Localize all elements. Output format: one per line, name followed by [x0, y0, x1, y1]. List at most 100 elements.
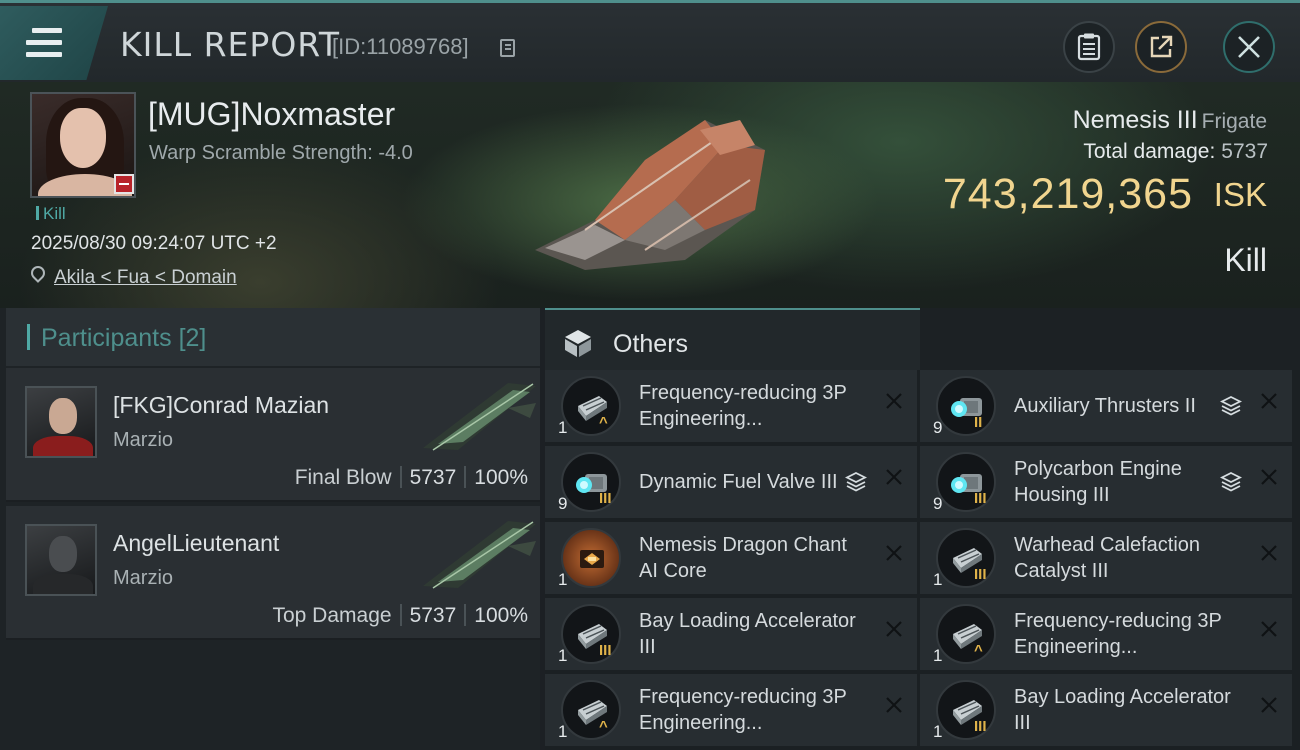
item-name: Dynamic Fuel Valve III — [639, 471, 838, 493]
share-button[interactable] — [1135, 21, 1187, 73]
close-button[interactable] — [1223, 21, 1275, 73]
item-quantity: 9 — [933, 418, 943, 437]
item-row[interactable]: 9 II Auxiliary Thrusters II — [920, 370, 1292, 442]
item-tier-badge: III — [599, 490, 612, 507]
ship-name[interactable]: Nemesis III Frigate — [1073, 106, 1267, 135]
item-tier-badge: ^ — [974, 642, 983, 659]
item-name: Bay Loading Accelerator III — [639, 610, 856, 658]
participant-stats: Final Blow 5737 100% — [295, 466, 528, 490]
participant-damage: 5737 — [409, 466, 457, 489]
item-tier-badge: II — [974, 414, 983, 431]
stack-icon[interactable] — [1219, 395, 1243, 417]
location-pin-icon — [28, 263, 48, 283]
item-row[interactable]: 1 III Bay Loading Accelerator III — [545, 598, 917, 670]
total-damage: Total damage: 5737 — [1083, 140, 1268, 164]
ship-image — [535, 120, 765, 270]
participant-role: Final Blow — [294, 466, 392, 489]
destroyed-icon — [1259, 543, 1279, 569]
thruster-icon — [561, 452, 621, 512]
engineering-module-icon — [936, 528, 996, 588]
destroyed-icon — [1259, 619, 1279, 645]
participant-ship-icon — [423, 521, 536, 589]
item-name: Warhead Calefaction Catalyst III — [1014, 534, 1201, 582]
participant-row[interactable]: AngelLieutenant Marzio Top Damage 5737 100… — [6, 506, 540, 640]
item-row[interactable]: 1 III Warhead Calefaction Catalyst III — [920, 522, 1292, 594]
item-quantity: 9 — [933, 494, 943, 513]
corp-badge-icon — [114, 174, 134, 194]
kill-tag: Kill — [36, 204, 66, 224]
item-row[interactable]: 1 Nemesis Dragon Chant AI Core — [545, 522, 917, 594]
kill-datetime: 2025/08/30 09:24:07 UTC +2 — [31, 233, 277, 254]
item-row[interactable]: 1 III Bay Loading Accelerator III — [920, 674, 1292, 746]
cube-icon — [565, 330, 591, 357]
copy-icon[interactable] — [500, 39, 515, 57]
engineering-module-icon — [561, 376, 621, 436]
clipboard-icon — [1077, 33, 1101, 61]
destroyed-icon — [884, 543, 904, 569]
total-damage-label: Total damage: — [1083, 140, 1216, 163]
thruster-icon — [936, 452, 996, 512]
item-quantity: 1 — [558, 570, 568, 589]
participant-damage: 5737 — [409, 604, 457, 627]
stack-icon[interactable] — [844, 471, 868, 493]
participant-avatar[interactable] — [25, 386, 97, 458]
top-bar: KILL REPORT [ID:11089768] — [0, 0, 1300, 82]
item-name: Frequency-reducing 3P Engineering... — [639, 686, 847, 734]
item-quantity: 1 — [933, 570, 943, 589]
item-row[interactable]: 1 ^ Frequency-reducing 3P Engineering... — [545, 674, 917, 746]
engineering-module-icon — [936, 680, 996, 740]
participant-row[interactable]: [FKG]Conrad Mazian Marzio Final Blow 5737… — [6, 368, 540, 502]
item-row[interactable]: 9 III Dynamic Fuel Valve III — [545, 446, 917, 518]
item-tier-badge: III — [974, 566, 987, 583]
item-name: Polycarbon Engine Housing III — [1014, 458, 1182, 506]
item-row[interactable]: 9 III Polycarbon Engine Housing III — [920, 446, 1292, 518]
item-quantity: 1 — [933, 646, 943, 665]
participants-panel: Participants [2] [FKG]Conrad Mazian Marz… — [0, 308, 540, 750]
isk-unit: ISK — [1213, 176, 1267, 213]
engineering-module-icon — [936, 604, 996, 664]
participant-percent: 100% — [474, 466, 528, 489]
participant-corp: Marzio — [113, 567, 174, 589]
stack-icon[interactable] — [1219, 471, 1243, 493]
item-quantity: 9 — [558, 494, 568, 513]
isk-value: 743,219,365 — [942, 170, 1193, 218]
ai-core-icon — [561, 528, 621, 588]
participant-avatar[interactable] — [25, 524, 97, 596]
item-quantity: 1 — [933, 722, 943, 741]
participant-stats: Top Damage 5737 100% — [272, 604, 528, 628]
report-id: [ID:11089768] — [332, 34, 469, 59]
item-tier-badge: ^ — [599, 718, 608, 735]
destroyed-icon — [884, 619, 904, 645]
destroyed-icon — [1259, 467, 1279, 493]
engineering-module-icon — [561, 604, 621, 664]
engineering-module-icon — [561, 680, 621, 740]
item-tier-badge: III — [974, 490, 987, 507]
item-tier-badge: ^ — [599, 414, 608, 431]
share-icon — [1150, 35, 1173, 58]
item-row[interactable]: 1 ^ Frequency-reducing 3P Engineering... — [920, 598, 1292, 670]
thruster-icon — [936, 376, 996, 436]
destroyed-icon — [1259, 695, 1279, 721]
outcome-label: Kill — [1224, 242, 1267, 278]
kill-summary-panel: [MUG]Noxmaster Warp Scramble Strength: -… — [0, 82, 1300, 308]
hamburger-icon — [26, 28, 62, 58]
total-damage-value: 5737 — [1221, 140, 1268, 163]
ship-type: Nemesis III — [1072, 106, 1198, 134]
item-name: Auxiliary Thrusters II — [1014, 395, 1196, 417]
participants-count: [2] — [178, 324, 207, 352]
item-row[interactable]: 1 ^ Frequency-reducing 3P Engineering... — [545, 370, 917, 442]
location-link[interactable]: Akila < Fua < Domain — [54, 267, 237, 289]
participant-name: [FKG]Conrad Mazian — [113, 392, 330, 418]
item-tier-badge: III — [599, 642, 612, 659]
close-icon — [1238, 36, 1260, 58]
participant-corp: Marzio — [113, 429, 174, 451]
tab-others[interactable]: Others — [545, 308, 920, 370]
victim-name[interactable]: [MUG]Noxmaster — [148, 96, 395, 133]
clipboard-button[interactable] — [1063, 21, 1115, 73]
item-name: Bay Loading Accelerator III — [1014, 686, 1231, 734]
warp-scramble-strength: Warp Scramble Strength: -4.0 — [149, 142, 413, 164]
menu-button[interactable] — [0, 6, 108, 80]
tab-bar-filler — [920, 308, 1300, 370]
participant-role: Top Damage — [272, 604, 392, 627]
participants-header[interactable]: Participants [2] — [6, 308, 540, 366]
